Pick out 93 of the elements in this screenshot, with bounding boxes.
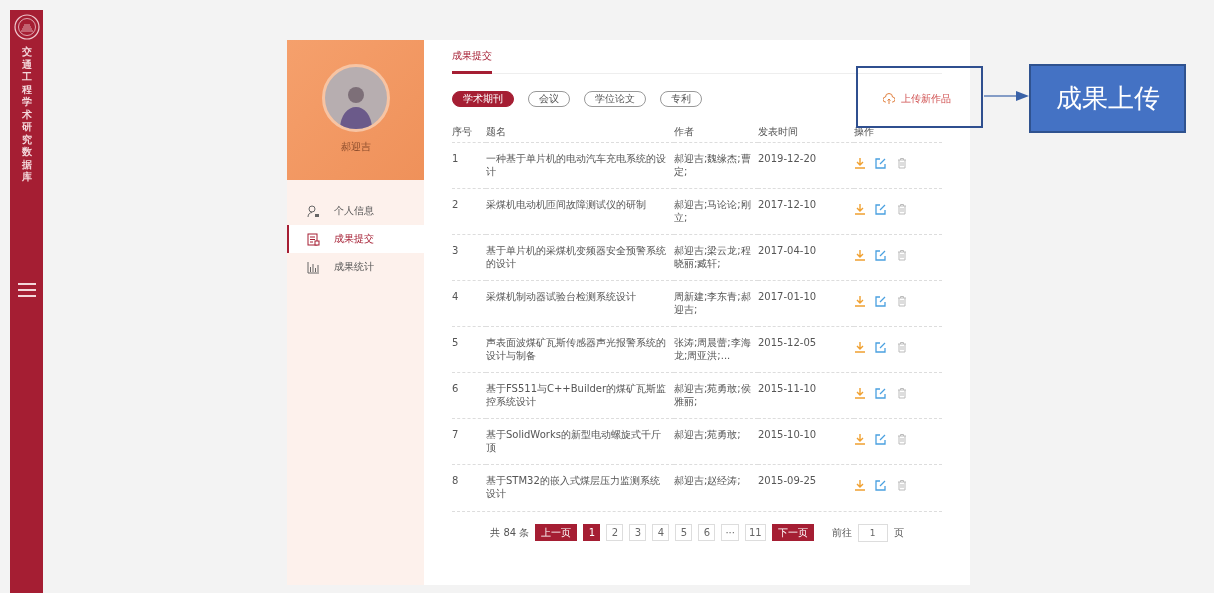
page-unit: 页	[893, 525, 904, 540]
bar-chart-icon	[307, 260, 320, 274]
category-filter[interactable]: 专利	[660, 91, 702, 107]
table-cell: 张涛;周晨蕾;李海龙;周亚洪;...	[674, 337, 751, 361]
column-header: 发表时间	[758, 126, 798, 137]
profile-name: 郝迎吉	[340, 140, 371, 154]
page-input-field[interactable]: 1	[857, 523, 888, 542]
category-filter[interactable]: 学术期刊	[452, 91, 514, 107]
download-icon[interactable]	[854, 341, 866, 353]
table-cell: 2	[452, 199, 459, 210]
upload-link[interactable]: 上传新作品	[877, 91, 957, 107]
emblem-icon	[13, 14, 40, 40]
column-header: 作者	[674, 126, 694, 137]
prev-page-button[interactable]: 上一页	[535, 524, 578, 541]
table-cell: 6	[452, 383, 459, 394]
table-cell: 8	[452, 475, 459, 486]
table-cell: 2017-12-10	[758, 199, 817, 210]
page-button[interactable]: 2	[606, 524, 624, 541]
total-count: 共 84 条	[490, 525, 530, 540]
tab[interactable]: 成果提交	[452, 49, 492, 74]
table-cell: 基于FS511与C++Builder的煤矿瓦斯监控系统设计	[486, 383, 667, 407]
goto-label: 前往	[831, 525, 852, 540]
table-cell: 2015-09-25	[758, 475, 817, 486]
menu-icon[interactable]	[17, 281, 36, 298]
download-icon[interactable]	[854, 479, 866, 491]
table-cell: 2015-10-10	[758, 429, 817, 440]
delete-icon[interactable]	[896, 157, 908, 169]
table-cell: 郝迎吉;苑勇敢;	[674, 429, 741, 440]
page-button[interactable]: 1	[583, 524, 601, 541]
table-cell: 郝迎吉;魏缘杰;曹定;	[674, 153, 751, 177]
edit-icon[interactable]	[875, 341, 887, 353]
callout-label: 成果上传	[1029, 64, 1186, 133]
table-cell: 采煤机电动机匝间故障测试仪的研制	[486, 199, 646, 210]
table-cell: 3	[452, 245, 459, 256]
edit-icon[interactable]	[875, 295, 887, 307]
delete-icon[interactable]	[896, 433, 908, 445]
download-icon[interactable]	[854, 203, 866, 215]
delete-icon[interactable]	[896, 387, 908, 399]
delete-icon[interactable]	[896, 341, 908, 353]
edit-icon[interactable]	[875, 249, 887, 261]
table-cell: 2015-11-10	[758, 383, 817, 394]
edit-icon[interactable]	[875, 203, 887, 215]
column-header: 题名	[486, 126, 506, 137]
table-cell: 1	[452, 153, 459, 164]
table-cell: 郝迎吉;马论论;刚立;	[674, 199, 751, 223]
delete-icon[interactable]	[896, 249, 908, 261]
table-cell: 2017-04-10	[758, 245, 817, 256]
page-button[interactable]: 6	[698, 524, 716, 541]
page-button[interactable]: 11	[744, 524, 766, 541]
edit-icon[interactable]	[875, 387, 887, 399]
download-icon[interactable]	[854, 249, 866, 261]
page-button[interactable]: 4	[652, 524, 670, 541]
table-cell: 一种基于单片机的电动汽车充电系统的设计	[486, 153, 666, 177]
download-icon[interactable]	[854, 387, 866, 399]
table-cell: 2017-01-10	[758, 291, 817, 302]
cloud-upload-icon	[883, 93, 895, 105]
column-header: 序号	[452, 126, 472, 137]
edit-icon[interactable]	[875, 433, 887, 445]
download-icon[interactable]	[854, 433, 866, 445]
table-cell: 采煤机制动器试验台检测系统设计	[486, 291, 636, 302]
page-button[interactable]: 3	[629, 524, 647, 541]
table-cell: 郝迎吉;苑勇敢;侯雅丽;	[674, 383, 751, 407]
download-icon[interactable]	[854, 157, 866, 169]
page-button[interactable]: ···	[721, 524, 739, 541]
table-cell: 郝迎吉;赵经涛;	[674, 475, 741, 486]
sidebar-item[interactable]: 成果统计	[287, 253, 424, 281]
callout-arrow	[984, 90, 1030, 102]
edit-icon[interactable]	[875, 479, 887, 491]
page-button[interactable]: 5	[675, 524, 693, 541]
next-page-button[interactable]: 下一页	[771, 524, 814, 541]
edit-icon[interactable]	[875, 157, 887, 169]
table-cell: 声表面波煤矿瓦斯传感器声光报警系统的设计与制备	[486, 337, 666, 361]
document-icon	[307, 232, 320, 246]
table-cell: 基于STM32的嵌入式煤层压力监测系统设计	[486, 475, 660, 499]
download-icon[interactable]	[854, 295, 866, 307]
table-cell: 基于SolidWorks的新型电动螺旋式千斤顶	[486, 429, 661, 453]
table-cell: 2019-12-20	[758, 153, 817, 164]
app-title: 交通工程学术研究数据库	[21, 46, 32, 184]
delete-icon[interactable]	[896, 295, 908, 307]
table-cell: 2015-12-05	[758, 337, 817, 348]
table-cell: 郝迎吉;梁云龙;程晓丽;臧轩;	[674, 245, 751, 269]
table-cell: 基于单片机的采煤机变频器安全预警系统的设计	[486, 245, 666, 269]
delete-icon[interactable]	[896, 203, 908, 215]
table-cell: 7	[452, 429, 459, 440]
sidebar-item[interactable]: 成果提交	[287, 225, 424, 253]
category-filter[interactable]: 学位论文	[584, 91, 646, 107]
table-cell: 周新建;李东青;郝迎吉;	[674, 291, 751, 315]
category-filter[interactable]: 会议	[528, 91, 570, 107]
delete-icon[interactable]	[896, 479, 908, 491]
sidebar-item[interactable]: 个人信息	[287, 197, 424, 225]
table-cell: 5	[452, 337, 459, 348]
table-cell: 4	[452, 291, 459, 302]
person-icon	[307, 204, 320, 218]
